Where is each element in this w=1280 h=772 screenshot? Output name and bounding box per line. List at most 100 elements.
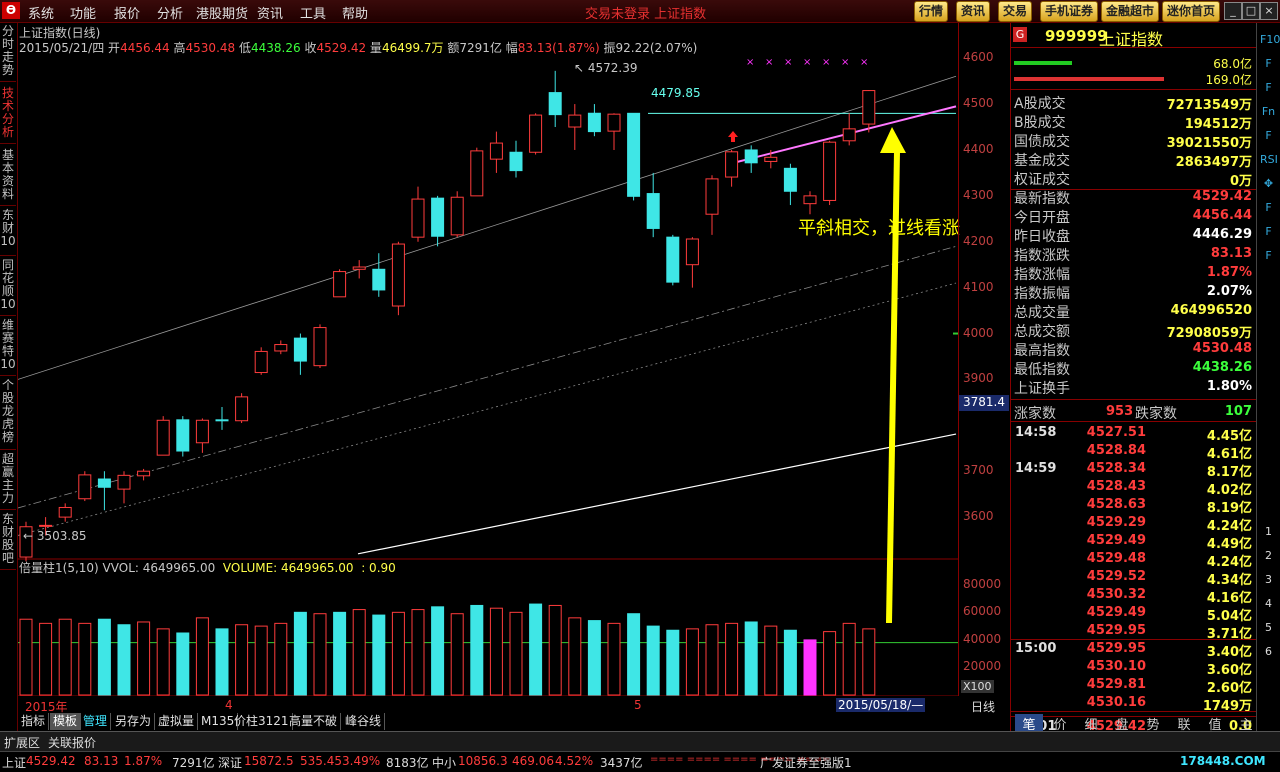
- bottom-tab[interactable]: 指标: [18, 713, 50, 730]
- tab-fundamentals[interactable]: 基本资料: [0, 149, 16, 206]
- tab-eastmoney10[interactable]: 东财10: [0, 209, 16, 256]
- btn-market[interactable]: 行情: [914, 1, 949, 22]
- level-label: 4479.85: [651, 86, 701, 100]
- bottom-tab[interactable]: 虚拟量: [155, 713, 199, 730]
- btn-mini-home[interactable]: 迷你首页: [1162, 1, 1221, 22]
- candle-body: [274, 344, 288, 352]
- sh-change: 83.13: [84, 754, 119, 768]
- menu-help[interactable]: 帮助: [342, 3, 368, 22]
- volume-bar: [470, 604, 484, 696]
- candle-body: [215, 419, 229, 422]
- quote-row-label: 权证成交: [1014, 172, 1070, 188]
- toolbar-icon[interactable]: F10: [1260, 31, 1280, 48]
- tick-volume: 4.24亿: [1206, 555, 1252, 570]
- signal-marker: ×: [822, 57, 830, 68]
- toolbar-icon[interactable]: F: [1260, 247, 1277, 264]
- toolbar-icon[interactable]: ✥: [1260, 175, 1277, 192]
- quote-row-label: 昨日收盘: [1014, 229, 1070, 245]
- bottom-tab[interactable]: 峰谷线: [342, 713, 386, 730]
- tick-time: 14:58: [1015, 425, 1057, 440]
- tab-dragon-tiger[interactable]: 个股龙虎榜: [0, 379, 16, 450]
- quote-row-label: B股成交: [1014, 115, 1066, 131]
- toolbar-icon[interactable]: 4: [1260, 595, 1277, 612]
- toolbar-icon[interactable]: 1: [1260, 523, 1277, 540]
- toolbar-icon[interactable]: 3: [1260, 571, 1277, 588]
- menu-analysis[interactable]: 分析: [157, 3, 183, 22]
- candle-body: [646, 193, 660, 229]
- candle-body: [431, 197, 445, 237]
- btn-trade[interactable]: 交易: [998, 1, 1033, 22]
- cursor-price: 3781.4: [959, 395, 1009, 411]
- bottom-tab[interactable]: 另存为: [112, 713, 156, 730]
- price-tick: 3700: [963, 463, 994, 478]
- kline-svg[interactable]: × × × × × × ×: [18, 23, 958, 696]
- quote-row-value: 1.87%: [1206, 265, 1252, 280]
- btn-mobile[interactable]: 手机证券: [1040, 1, 1099, 22]
- volume-value: VOLUME: 4649965.00: [222, 561, 354, 575]
- tab-guba[interactable]: 东财股吧: [0, 513, 16, 570]
- tick-price: 4529.95: [1086, 623, 1146, 638]
- tick-volume: 3.40亿: [1206, 645, 1252, 660]
- toolbar-icon[interactable]: RSI: [1260, 151, 1278, 168]
- toolbar-icon[interactable]: Fn: [1260, 103, 1277, 120]
- fall-label: 跌家数: [1135, 406, 1177, 422]
- volume-bar: [489, 607, 503, 696]
- toolbar-icon[interactable]: 6: [1260, 643, 1277, 660]
- related-quote-tab[interactable]: 关联报价: [48, 734, 96, 751]
- quote-row-value: 4446.29: [1192, 227, 1252, 242]
- volume-bar: [195, 617, 209, 696]
- volume-bar: [78, 622, 92, 696]
- menu-tools[interactable]: 工具: [300, 3, 326, 22]
- volume-bar: [137, 621, 151, 696]
- menu-news[interactable]: 资讯: [257, 3, 283, 22]
- btn-info[interactable]: 资讯: [956, 1, 991, 22]
- tab-main-force[interactable]: 超赢主力: [0, 453, 16, 510]
- extension-area-tab[interactable]: 扩展区: [4, 734, 40, 751]
- toolbar-icon[interactable]: F: [1260, 199, 1277, 216]
- trend-line-mid: [18, 245, 957, 509]
- minimize-icon[interactable]: _: [1224, 2, 1242, 20]
- candle-body: [862, 90, 876, 125]
- tick-volume: 5.04亿: [1206, 609, 1252, 624]
- tab-technical[interactable]: 技术分析: [0, 87, 16, 144]
- toolbar-icon[interactable]: F: [1260, 55, 1277, 72]
- quote-row-label: 最高指数: [1014, 343, 1070, 359]
- volume-bar: [783, 629, 797, 696]
- app-logo-icon[interactable]: ϴ: [2, 2, 20, 19]
- tab-wst10[interactable]: 维赛特10: [0, 319, 16, 376]
- toolbar-icon[interactable]: F: [1260, 127, 1277, 144]
- tab-intraday[interactable]: 分时走势: [0, 25, 16, 82]
- toolbar-icon[interactable]: F: [1260, 223, 1277, 240]
- bottom-tab[interactable]: 模板: [50, 713, 82, 730]
- bottom-tab[interactable]: 价柱3121: [231, 713, 293, 730]
- menu-hk-futures[interactable]: 港股期货: [196, 3, 248, 22]
- menu-system[interactable]: 系统: [28, 3, 54, 22]
- code-badge: G: [1013, 27, 1027, 42]
- quote-row-value: 4438.26: [1192, 360, 1252, 375]
- btn-finance-mall[interactable]: 金融超市: [1101, 1, 1160, 22]
- toolbar-icon[interactable]: 2: [1260, 547, 1277, 564]
- quote-row-value: 39021550万: [1166, 136, 1252, 151]
- volume-bar: [548, 604, 562, 696]
- bottom-tab[interactable]: 高量不破: [286, 713, 342, 730]
- watermark-text: 178448.COM: [1180, 754, 1266, 768]
- period-label[interactable]: 日线: [971, 698, 995, 715]
- tick-volume: 4.49亿: [1206, 537, 1252, 552]
- price-tick: 3900: [963, 371, 994, 386]
- maximize-icon[interactable]: □: [1242, 2, 1260, 20]
- toolbar-icon[interactable]: 5: [1260, 619, 1277, 636]
- candle-body: [58, 506, 72, 518]
- kline-chart-area[interactable]: 上证指数(日线) 2015/05/21/四 开4456.44 高4530.48 …: [18, 23, 960, 714]
- volume-tick: 80000: [963, 576, 1002, 591]
- tab-ths10[interactable]: 同花顺10: [0, 259, 16, 316]
- bottom-tab[interactable]: 管理: [80, 713, 112, 730]
- quote-row-label: 上证换手: [1014, 381, 1070, 397]
- up-arrow-icon: [728, 131, 738, 142]
- quote-row-value: 2.07%: [1206, 284, 1252, 299]
- volume-bar: [666, 629, 680, 696]
- menu-function[interactable]: 功能: [70, 3, 96, 22]
- toolbar-icon[interactable]: F: [1260, 79, 1277, 96]
- menu-quote[interactable]: 报价: [114, 3, 140, 22]
- candle-body: [156, 419, 170, 456]
- close-icon[interactable]: ×: [1260, 2, 1278, 20]
